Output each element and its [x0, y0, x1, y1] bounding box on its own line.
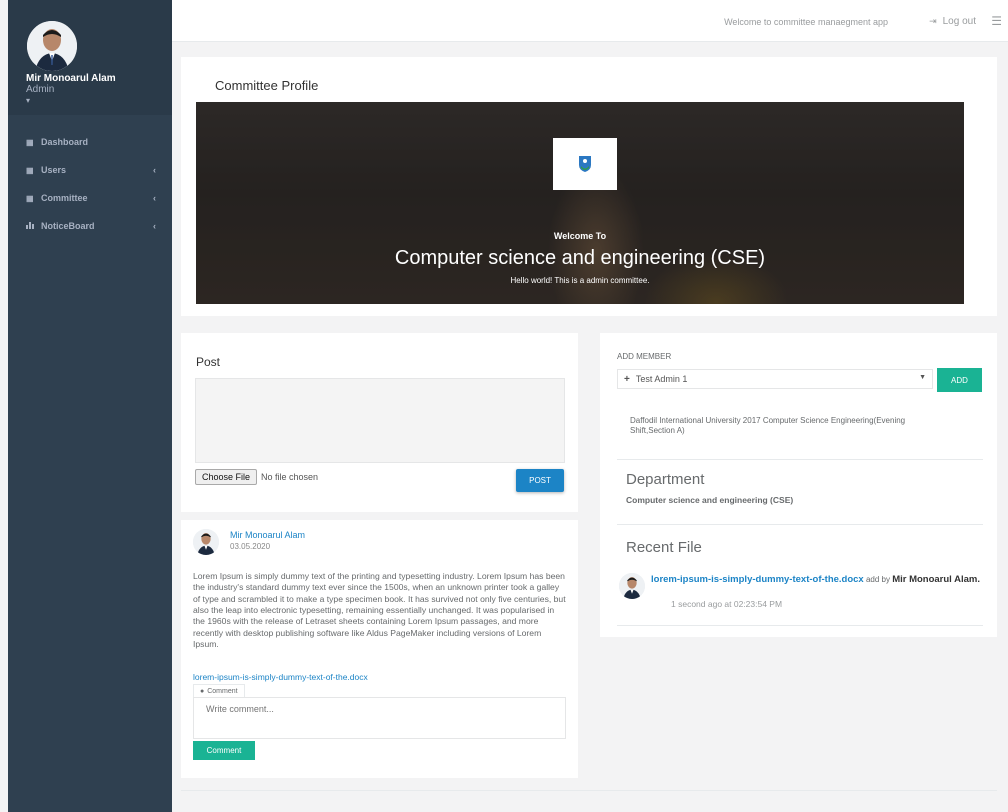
member-select[interactable]: + Test Admin 1 ▼	[617, 369, 933, 389]
recent-file-heading: Recent File	[626, 539, 702, 556]
logout-label: Log out	[942, 16, 976, 27]
sidebar-item-label: NoticeBoard	[41, 221, 95, 231]
recent-file-entry: lorem-ipsum-is-simply-dummy-text-of-the.…	[651, 574, 980, 585]
add-member-button[interactable]: ADD	[937, 368, 982, 392]
post-textarea[interactable]	[195, 378, 565, 463]
department-heading: Department	[626, 471, 705, 488]
footer-divider	[181, 790, 997, 791]
profile-name[interactable]: Mir Monoarul Alam	[26, 73, 116, 84]
sidebar-item-label: Users	[41, 165, 67, 175]
avatar[interactable]	[27, 21, 77, 71]
sign-out-icon: ⇥	[929, 16, 937, 26]
plus-icon: +	[624, 373, 630, 385]
sidebar-item-label: Dashboard	[41, 137, 89, 147]
sidebar-item-users[interactable]: ▦ Users ‹	[8, 156, 172, 184]
bar-chart-icon	[26, 221, 35, 231]
banner-subtitle: Hello world! This is a admin committee.	[510, 276, 650, 285]
welcome-message: Welcome to committee manaegment app	[724, 17, 888, 27]
chevron-left-icon: ‹	[153, 221, 156, 231]
post-heading: Post	[196, 355, 221, 369]
post-body: Lorem Ipsum is simply dummy text of the …	[193, 571, 566, 650]
recent-file-user: Mir Monoarul Alam	[892, 574, 978, 585]
profile-role: Admin	[26, 84, 55, 95]
sidebar-item-label: Committee	[41, 193, 88, 203]
comment-textarea[interactable]	[193, 697, 566, 739]
committee-description: Daffodil International University 2017 C…	[630, 416, 906, 436]
attachment-link[interactable]: lorem-ipsum-is-simply-dummy-text-of-the.…	[193, 672, 368, 682]
grid-icon: ▦	[26, 193, 34, 203]
banner-title: Computer science and engineering (CSE)	[394, 247, 766, 269]
add-member-label: ADD MEMBER	[617, 352, 672, 361]
logout-link[interactable]: ⇥ Log out	[929, 16, 976, 27]
sidebar-profile: Mir Monoarul Alam Admin ▾	[8, 0, 172, 115]
feed-post-card: Mir Monoarul Alam 03.05.2020 Lorem Ipsum…	[181, 520, 578, 778]
recent-file-link[interactable]: lorem-ipsum-is-simply-dummy-text-of-the.…	[651, 574, 864, 585]
department-value: Computer science and engineering (CSE)	[626, 495, 794, 505]
member-select-value: Test Admin 1	[635, 374, 688, 384]
choose-file-button[interactable]: Choose File	[195, 469, 258, 485]
top-navbar: Welcome to committee manaegment app ⇥ Log…	[172, 0, 1008, 42]
caret-down-icon: ▼	[919, 374, 926, 381]
divider	[617, 625, 983, 626]
file-input[interactable]: Choose File No file chosen	[195, 469, 318, 485]
cover-banner: Welcome To Computer science and engineer…	[196, 102, 964, 304]
sidebar-item-noticeboard[interactable]: NoticeBoard ‹	[8, 212, 172, 240]
avatar	[619, 573, 645, 599]
committee-logo	[553, 138, 617, 190]
avatar	[193, 529, 219, 555]
banner-welcome: Welcome To	[553, 231, 607, 241]
comment-tab[interactable]: ● Comment	[193, 684, 245, 697]
grid-icon: ▦	[26, 165, 34, 175]
sidebar-nav: ▦ Dashboard ▦ Users ‹ ▦ Committee ‹ Noti…	[8, 128, 172, 240]
divider	[617, 524, 983, 525]
comment-icon: ●	[200, 687, 205, 695]
committee-profile-card: Committee Profile Welcome To Computer sc…	[181, 57, 997, 316]
profile-caret-icon[interactable]: ▾	[26, 96, 30, 105]
menu-icon[interactable]: ☰	[991, 14, 1002, 28]
sidebar-item-dashboard[interactable]: ▦ Dashboard	[8, 128, 172, 156]
comment-tab-label: Comment	[207, 687, 238, 695]
no-file-text: No file chosen	[261, 472, 319, 482]
divider	[617, 459, 983, 460]
grid-icon: ▦	[26, 137, 34, 147]
page-title: Committee Profile	[215, 78, 319, 93]
chevron-left-icon: ‹	[153, 193, 156, 203]
recent-file-time: 1 second ago at 02:23:54 PM	[671, 599, 783, 609]
committee-info-card: ADD MEMBER + Test Admin 1 ▼ ADD Daffodil…	[600, 333, 997, 637]
post-author-link[interactable]: Mir Monoarul Alam	[230, 530, 305, 540]
post-card: Post Choose File No file chosen POST	[181, 333, 578, 512]
comment-button[interactable]: Comment	[193, 741, 255, 760]
sidebar: Mir Monoarul Alam Admin ▾ ▦ Dashboard ▦ …	[8, 0, 172, 812]
sidebar-item-committee[interactable]: ▦ Committee ‹	[8, 184, 172, 212]
chevron-left-icon: ‹	[153, 165, 156, 175]
post-date: 03.05.2020	[230, 542, 271, 551]
recent-file-add-by: add by	[863, 575, 893, 584]
post-button[interactable]: POST	[516, 469, 564, 492]
